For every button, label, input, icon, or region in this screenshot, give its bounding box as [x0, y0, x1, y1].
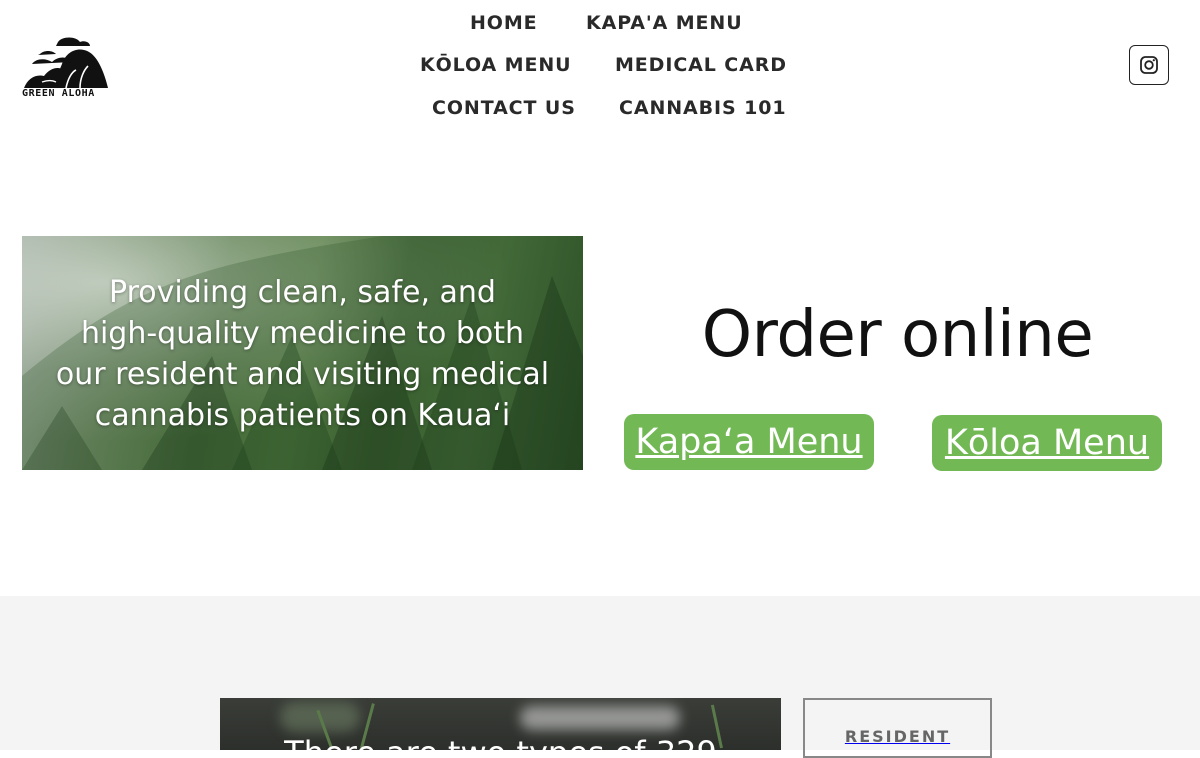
nav-kapaa-menu[interactable]: KAPA'A MENU [586, 12, 743, 34]
nav-home[interactable]: HOME [470, 12, 538, 34]
instagram-icon [1140, 56, 1158, 74]
resident-label: RESIDENT [844, 727, 951, 746]
instagram-button[interactable] [1129, 45, 1169, 85]
light-glow [520, 706, 680, 730]
resident-button[interactable]: RESIDENT [803, 698, 992, 758]
site-header: GREEN ALOHA HOME KAPA'A MENU KŌLOA MENU … [0, 0, 1200, 135]
hero-line-4: cannabis patients on Kauaʻi [94, 398, 511, 433]
hero-mountain-image: Providing clean, safe, and high-quality … [22, 236, 583, 470]
hero-line-1: Providing clean, safe, and [109, 275, 496, 310]
nav-cannabis-101[interactable]: CANNABIS 101 [619, 97, 786, 119]
kapaa-menu-button[interactable]: Kapaʻa Menu [624, 414, 874, 470]
order-online-heading: Order online [701, 298, 1094, 372]
cannabis-plants-image: There are two types of 329 [220, 698, 781, 750]
main-nav: HOME KAPA'A MENU KŌLOA MENU MEDICAL CARD… [0, 0, 1200, 135]
hero-line-2: high-quality medicine to both [80, 316, 525, 351]
lower-image-text: There are two types of 329 [220, 734, 781, 750]
hero-tagline: Providing clean, safe, and high-quality … [22, 272, 583, 436]
hero-line-3: our resident and visiting medical [55, 357, 550, 392]
nav-medical-card[interactable]: MEDICAL CARD [615, 54, 787, 76]
nav-koloa-menu[interactable]: KŌLOA MENU [420, 54, 571, 76]
nav-contact-us[interactable]: CONTACT US [432, 97, 576, 119]
koloa-menu-button[interactable]: Kōloa Menu [932, 415, 1162, 471]
